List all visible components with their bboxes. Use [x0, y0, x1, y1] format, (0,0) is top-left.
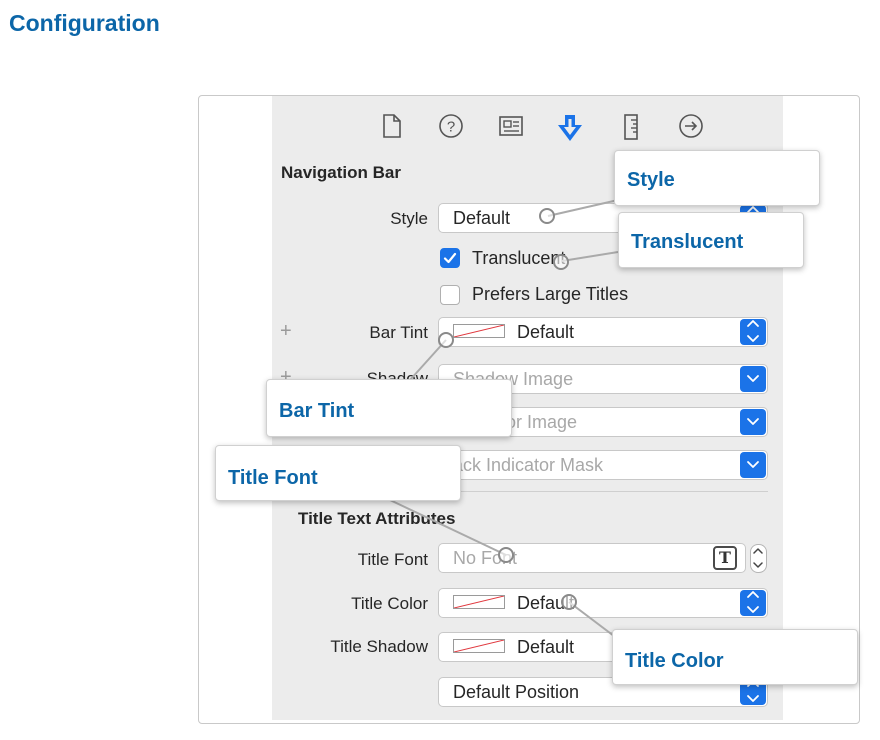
attributes-icon[interactable]	[556, 113, 584, 143]
bar-tint-value: Default	[517, 322, 575, 342]
prefers-large-titles-label: Prefers Large Titles	[472, 284, 629, 304]
shadow-offset-value: Default Position	[453, 682, 580, 702]
navigation-bar-section-title: Navigation Bar	[281, 163, 401, 182]
bar-tint-label: Bar Tint	[369, 323, 428, 342]
help-icon[interactable]: ?	[438, 113, 464, 139]
title-shadow-label: Title Shadow	[330, 637, 428, 656]
title-color-popup-stepper[interactable]	[740, 590, 766, 616]
callout-style: Style	[614, 150, 820, 206]
font-picker-icon[interactable]: T	[713, 546, 737, 570]
title-font-placeholder: No Font	[453, 548, 518, 568]
title-font-label: Title Font	[357, 550, 428, 569]
back-indicator-mask-combo[interactable]: ack Indicator Mask	[438, 450, 768, 480]
callout-translucent: Translucent	[618, 212, 804, 268]
svg-text:?: ?	[447, 119, 455, 136]
bar-tint-popup[interactable]: Default	[438, 317, 768, 347]
default-color-swatch	[453, 595, 505, 610]
callout-bar-tint: Bar Tint	[266, 379, 512, 437]
back-mask-placeholder: ack Indicator Mask	[453, 455, 604, 475]
title-color-label: Title Color	[351, 594, 428, 613]
translucent-checkbox[interactable]	[440, 248, 460, 268]
callout-title-color: Title Color	[612, 629, 858, 685]
title-text-attributes-section-title: Title Text Attributes	[298, 509, 456, 528]
shadow-image-dropdown[interactable]	[740, 366, 766, 392]
title-color-popup[interactable]: Default	[438, 588, 768, 618]
checkmark-icon	[443, 252, 457, 264]
file-icon[interactable]	[381, 113, 403, 139]
title-font-size-stepper[interactable]	[750, 544, 767, 573]
back-indicator-dropdown[interactable]	[740, 409, 766, 435]
style-label: Style	[390, 209, 428, 228]
bar-tint-popup-stepper[interactable]	[740, 319, 766, 345]
style-value: Default	[453, 208, 511, 228]
default-color-swatch	[453, 324, 505, 339]
page-heading: Configuration	[9, 10, 160, 36]
identity-icon[interactable]	[498, 113, 524, 139]
prefers-large-titles-checkbox[interactable]	[440, 285, 460, 305]
title-color-value: Default	[517, 593, 575, 613]
translucent-label: Translucent	[472, 248, 566, 268]
default-color-swatch	[453, 639, 505, 654]
title-shadow-value: Default	[517, 637, 575, 657]
section-divider	[440, 491, 768, 492]
callout-title-font: Title Font	[215, 445, 461, 501]
size-icon[interactable]	[622, 113, 640, 141]
connections-icon[interactable]	[678, 113, 704, 139]
back-mask-dropdown[interactable]	[740, 452, 766, 478]
title-font-field[interactable]: No Font T	[438, 543, 746, 573]
